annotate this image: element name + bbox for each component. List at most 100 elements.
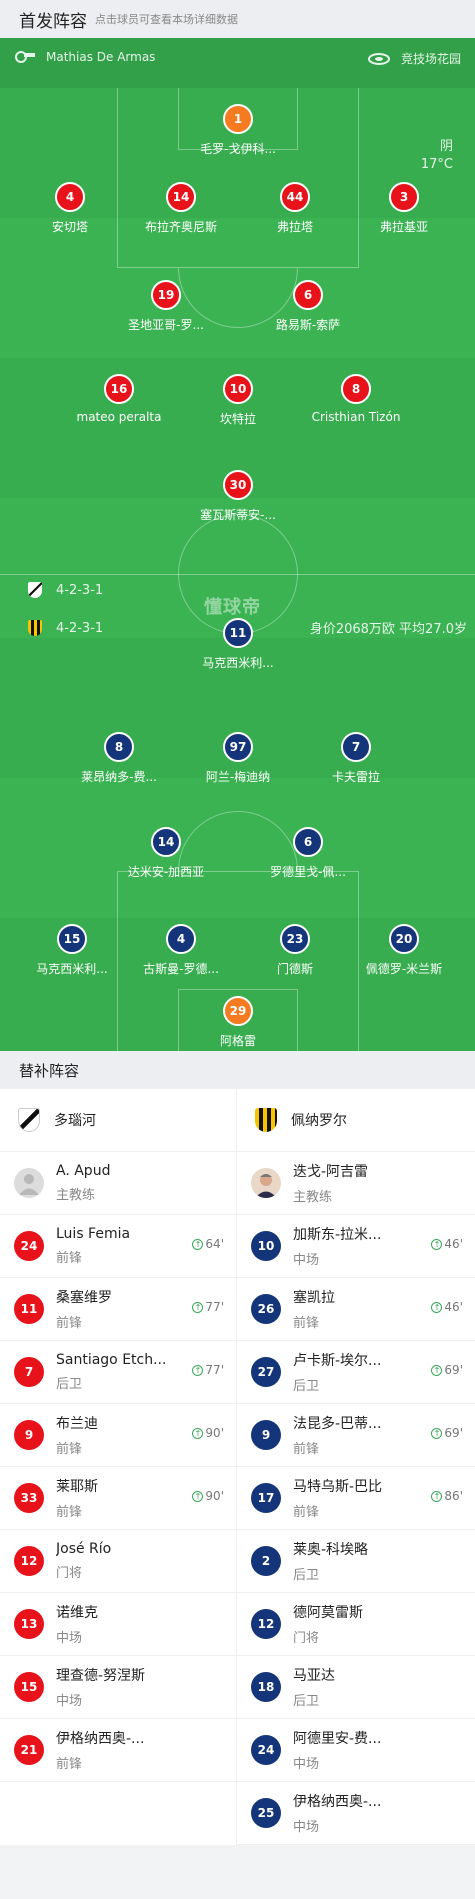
jersey-number: 7 (341, 732, 371, 762)
page-hint: 点击球员可查看本场详细数据 (95, 13, 238, 26)
bench-section: 多瑙河 A. Apud 主教练 24 Luis Femia 前锋 ↑ 64' 11 桑塞维罗… (0, 1089, 475, 1845)
jersey-number: 7 (14, 1357, 44, 1387)
away-bench-player-row[interactable]: 10 加斯东-拉米... 中场 ↑ 46' (237, 1215, 475, 1278)
jersey-number: 15 (14, 1672, 44, 1702)
home-player[interactable]: 6 路易斯-索萨 (243, 280, 373, 333)
player-name: 阿格雷 (219, 1034, 256, 1048)
away-bench-player-row[interactable]: 12 德阿莫雷斯 门将 (237, 1593, 475, 1656)
home-coach-row[interactable]: A. Apud 主教练 (0, 1152, 236, 1215)
bench-player-position: 后卫 (293, 1694, 320, 1709)
away-player[interactable]: 7 卡夫雷拉 (291, 732, 421, 785)
home-player[interactable]: 8 Cristhian Tizón (291, 374, 421, 424)
home-bench-player-row[interactable]: 9 布兰迪 前锋 ↑ 90' (0, 1404, 236, 1467)
bench-player-name: 布兰迪 (56, 1416, 98, 1432)
jersey-number: 29 (223, 996, 253, 1026)
jersey-number: 23 (280, 924, 310, 954)
bench-player-name: 马亚达 (293, 1668, 335, 1684)
away-player[interactable]: 8 莱昂纳多-费... (54, 732, 184, 785)
venue-info: 竞技场花园 (367, 50, 461, 67)
jersey-number: 21 (14, 1735, 44, 1765)
bench-player-position: 前锋 (56, 1442, 83, 1457)
jersey-number: 17 (251, 1483, 281, 1513)
home-player[interactable]: 16 mateo peralta (54, 374, 184, 424)
sub-on-minute: 86' (444, 1489, 463, 1503)
home-bench-player-row[interactable]: 7 Santiago Etch... 后卫 ↑ 77' (0, 1341, 236, 1404)
jersey-number: 33 (14, 1483, 44, 1513)
away-player[interactable]: 11 马克西米利... (173, 618, 303, 671)
sub-on-time: ↑ 86' (431, 1489, 463, 1503)
away-bench-player-row[interactable]: 18 马亚达 后卫 (237, 1656, 475, 1719)
home-bench-player-row[interactable]: 15 理查德-努涅斯 中场 (0, 1656, 236, 1719)
bench-player-position: 门将 (56, 1566, 83, 1581)
away-bench-player-row[interactable]: 25 伊格纳西奥-... 中场 (237, 1782, 475, 1845)
away-bench-player-row[interactable]: 2 莱奥-科埃略 后卫 (237, 1530, 475, 1593)
home-coach-name: A. Apud (56, 1163, 111, 1179)
sub-on-time: ↑ 46' (431, 1237, 463, 1251)
home-team-header[interactable]: 多瑙河 (0, 1089, 236, 1152)
jersey-number: 16 (104, 374, 134, 404)
jersey-number: 97 (223, 732, 253, 762)
home-player[interactable]: 19 圣地亚哥-罗... (101, 280, 231, 333)
away-player[interactable]: 4 古斯曼-罗德... (116, 924, 246, 977)
bench-player-position: 前锋 (56, 1757, 83, 1772)
sub-on-minute: 90' (205, 1426, 224, 1440)
bench-player-position: 门将 (293, 1631, 320, 1646)
bench-player-name: 莱奥-科埃略 (293, 1542, 369, 1558)
home-bench-player-row[interactable]: 21 伊格纳西奥-... 前锋 (0, 1719, 236, 1782)
away-bench-player-row[interactable]: 26 塞凯拉 前锋 ↑ 46' (237, 1278, 475, 1341)
player-name: 坎特拉 (219, 412, 256, 426)
away-team-header[interactable]: 佩纳罗尔 (237, 1089, 475, 1152)
home-bench-player-row[interactable]: 12 José Río 门将 (0, 1530, 236, 1593)
away-coach-name: 迭戈-阿吉雷 (293, 1164, 369, 1180)
jersey-number: 27 (251, 1357, 281, 1387)
home-bench-player-row[interactable]: 13 诺维克 中场 (0, 1593, 236, 1656)
jersey-number: 3 (389, 182, 419, 212)
page-title: 首发阵容 (19, 11, 87, 32)
sub-on-icon: ↑ (192, 1364, 204, 1376)
jersey-number: 10 (223, 374, 253, 404)
weather-condition: 阴 (439, 139, 453, 154)
away-crest-icon (28, 620, 42, 636)
home-team-logo-icon (18, 1108, 40, 1132)
jersey-number: 4 (55, 182, 85, 212)
away-formation: 4-2-3-1 (28, 620, 103, 636)
jersey-number: 9 (14, 1420, 44, 1450)
coach-avatar-icon (14, 1168, 44, 1198)
away-bench-player-row[interactable]: 9 法昆多-巴蒂... 前锋 ↑ 69' (237, 1404, 475, 1467)
sub-on-minute: 64' (205, 1237, 224, 1251)
player-name: 马克西米利... (202, 656, 274, 670)
jersey-number: 1 (223, 104, 253, 134)
away-player[interactable]: 29 阿格雷 (173, 996, 303, 1049)
jersey-number: 6 (293, 827, 323, 857)
bench-player-name: 理查德-努涅斯 (56, 1668, 146, 1684)
jersey-number: 14 (151, 827, 181, 857)
away-player[interactable]: 14 达米安-加西亚 (101, 827, 231, 880)
jersey-number: 11 (14, 1294, 44, 1324)
away-player[interactable]: 6 罗德里戈-佩... (243, 827, 373, 880)
home-player[interactable]: 30 塞瓦斯蒂安-... (173, 470, 303, 523)
home-crest-icon (28, 582, 42, 598)
away-player[interactable]: 97 阿兰-梅迪纳 (173, 732, 303, 785)
bench-player-name: Luis Femia (56, 1226, 131, 1242)
jersey-number: 8 (104, 732, 134, 762)
home-player[interactable]: 10 坎特拉 (173, 374, 303, 427)
away-coach-row[interactable]: 迭戈-阿吉雷 主教练 (237, 1152, 475, 1215)
away-bench-player-row[interactable]: 24 阿德里安-费... 中场 (237, 1719, 475, 1782)
away-bench-player-row[interactable]: 27 卢卡斯-埃尔... 后卫 ↑ 69' (237, 1341, 475, 1404)
away-player[interactable]: 20 佩德罗-米兰斯 (339, 924, 469, 977)
bench-player-name: 莱耶斯 (56, 1479, 98, 1495)
sub-on-icon: ↑ (431, 1490, 443, 1502)
home-bench-player-row[interactable]: 24 Luis Femia 前锋 ↑ 64' (0, 1215, 236, 1278)
home-player[interactable]: 3 弗拉基亚 (339, 182, 469, 235)
bench-player-position: 前锋 (56, 1505, 83, 1520)
home-player[interactable]: 1 毛罗-戈伊科... (173, 104, 303, 157)
home-bench-player-row[interactable]: 33 莱耶斯 前锋 ↑ 90' (0, 1467, 236, 1530)
home-player[interactable]: 14 布拉齐奥尼斯 (116, 182, 246, 235)
bench-player-name: 塞凯拉 (293, 1290, 335, 1306)
away-bench-player-row[interactable]: 17 马特乌斯-巴比 前锋 ↑ 86' (237, 1467, 475, 1530)
venue-name: 竞技场花园 (400, 52, 461, 66)
pitch: Mathias De Armas 竞技场花园 阴 17°C 懂球帝 4-2-3-… (0, 38, 475, 1051)
sub-on-minute: 69' (444, 1363, 463, 1377)
bench-player-name: 伊格纳西奥-... (56, 1731, 145, 1747)
home-bench-player-row[interactable]: 11 桑塞维罗 前锋 ↑ 77' (0, 1278, 236, 1341)
